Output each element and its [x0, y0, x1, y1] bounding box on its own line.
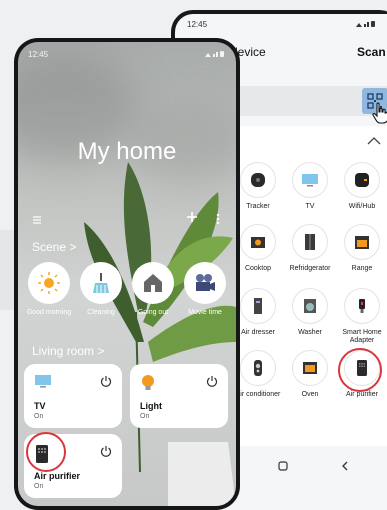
signal-battery-icon: [356, 21, 375, 27]
status-bar: 12:45: [28, 50, 226, 59]
scene-going-out[interactable]: Going out: [130, 262, 176, 317]
highlight-ring: [338, 348, 382, 392]
broom-icon: [80, 262, 122, 304]
home-title: My home: [77, 138, 177, 165]
range-icon: [344, 224, 380, 260]
scene-label: Cleaning: [87, 309, 115, 316]
tv-icon: [292, 162, 328, 198]
device-label: Air purifier: [346, 391, 378, 398]
chevron-up-icon[interactable]: [367, 132, 381, 150]
device-label: Wifi/Hub: [348, 203, 376, 210]
menu-icon[interactable]: [32, 212, 42, 230]
device-state: On: [34, 413, 44, 420]
device-card-light[interactable]: Light On: [130, 364, 228, 428]
status-bar: 12:45: [187, 20, 387, 32]
scene-header[interactable]: Scene >: [32, 240, 76, 254]
status-time: 12:45: [187, 20, 208, 29]
device-card-tv[interactable]: TV On: [24, 364, 122, 428]
add-icon[interactable]: [186, 210, 198, 228]
bulb-icon: [140, 374, 156, 397]
device-smart-home-adapter[interactable]: Smart Home Adapter: [330, 288, 387, 345]
more-options-icon[interactable]: [216, 212, 220, 230]
highlight-ring: [26, 432, 66, 472]
scene-movie-time[interactable]: Movie time: [182, 262, 228, 317]
refrigerator-icon: [292, 224, 328, 260]
power-icon[interactable]: [206, 374, 218, 392]
house-icon: [132, 262, 174, 304]
device-label: Range: [351, 265, 373, 272]
room-header[interactable]: Living room >: [32, 344, 104, 358]
device-state: On: [34, 483, 44, 490]
device-name: Light: [140, 401, 162, 411]
power-icon[interactable]: [100, 374, 112, 392]
power-icon[interactable]: [100, 444, 112, 462]
pointer-hand-icon: [371, 102, 387, 129]
scene-label: Going out: [137, 309, 169, 316]
projector-icon: [184, 262, 226, 304]
status-icons: [355, 20, 377, 30]
tracker-icon: [240, 162, 276, 198]
device-label: Smart Home Adapter: [342, 329, 382, 344]
scene-label: Good morning: [26, 309, 72, 316]
oven-icon: [292, 350, 328, 386]
device-name: Air purifier: [34, 471, 81, 481]
tv-icon: [34, 374, 52, 395]
air-dresser-icon: [240, 288, 276, 324]
device-range[interactable]: Range: [330, 224, 387, 273]
signal-battery-icon: [205, 51, 224, 57]
back-nav-icon[interactable]: [340, 458, 350, 476]
scene-cleaning[interactable]: Cleaning: [78, 262, 124, 317]
home-nav-icon[interactable]: [278, 458, 288, 476]
status-time: 12:45: [28, 50, 49, 59]
cooktop-icon: [240, 224, 276, 260]
device-state: On: [140, 413, 150, 420]
device-name: TV: [34, 401, 46, 411]
air-conditioner-icon: [240, 350, 276, 386]
wifi-hub-icon: [344, 162, 380, 198]
scene-label: Movie time: [188, 309, 222, 316]
scene-good-morning[interactable]: Good morning: [26, 262, 72, 317]
device-wifi-hub[interactable]: Wifi/Hub: [330, 162, 387, 211]
scan-button[interactable]: Scan: [357, 45, 386, 59]
status-icons: [204, 50, 226, 60]
sun-icon: [28, 262, 70, 304]
washer-icon: [292, 288, 328, 324]
adapter-icon: [344, 288, 380, 324]
